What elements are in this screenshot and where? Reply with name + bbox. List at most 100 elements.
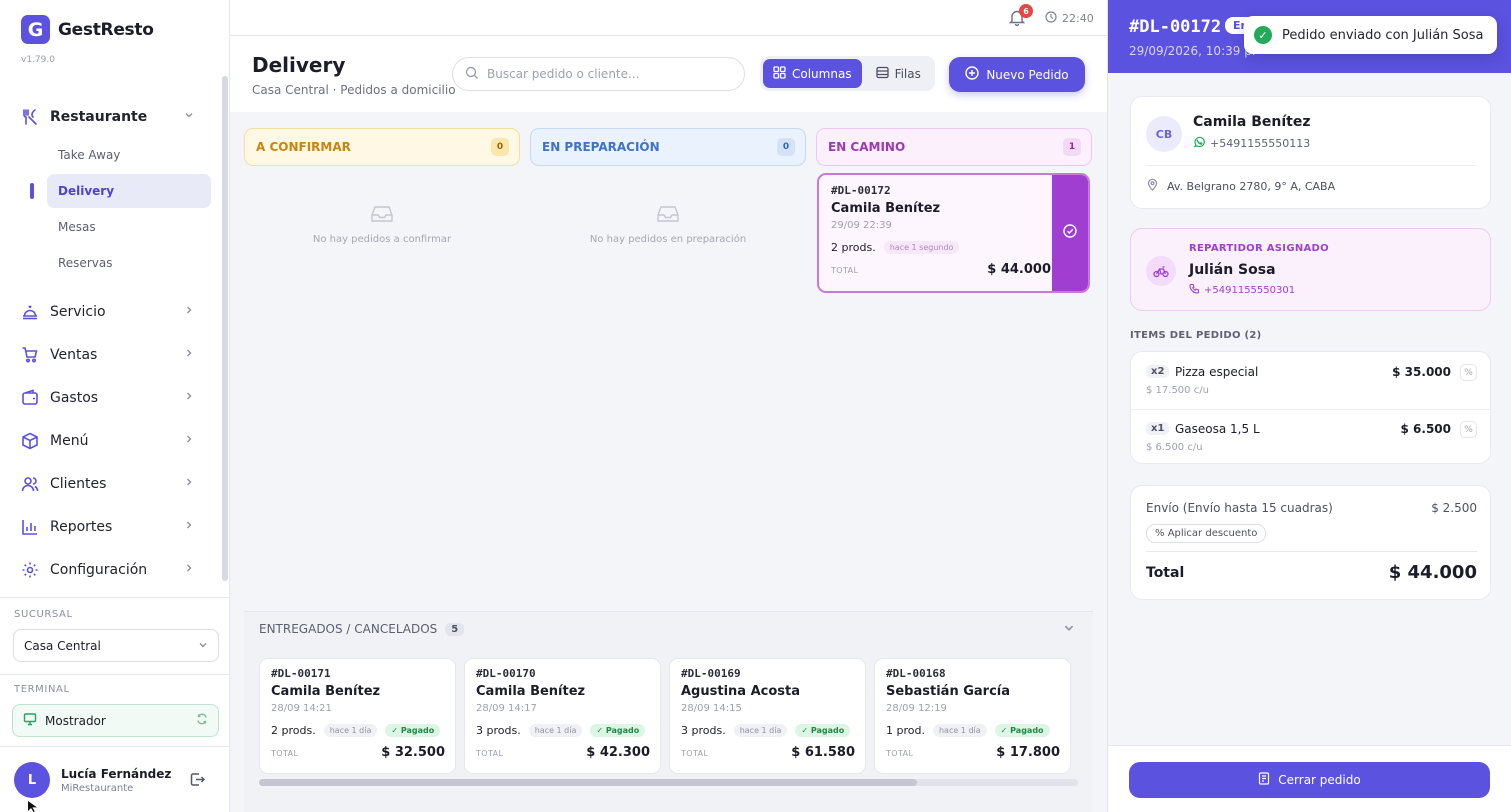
column-count: 1	[1063, 138, 1081, 156]
order-card-dl-00172[interactable]: #DL-00172 Camila Benítez 29/09 22:39 2 p…	[817, 173, 1090, 293]
horizontal-scrollbar-thumb[interactable]	[259, 779, 917, 786]
terminal-select[interactable]: Mostrador	[12, 704, 219, 737]
close-order-button[interactable]: Cerrar pedido	[1129, 762, 1490, 798]
view-columns-button[interactable]: Columnas	[763, 59, 862, 88]
search-input[interactable]: Buscar pedido o cliente...	[452, 57, 745, 91]
sidebar-item-reportes[interactable]: Reportes	[0, 505, 222, 548]
view-rows-button[interactable]: Filas	[866, 59, 931, 88]
sidebar-item-label: Gastos	[50, 389, 99, 406]
chevron-down-icon	[198, 639, 208, 653]
sidebar-item-mesas[interactable]: Mesas	[47, 210, 211, 244]
page-header: Delivery Casa Central · Pedidos a domici…	[230, 36, 1107, 112]
order-card-dl-00169[interactable]: #DL-00169 Agustina Acosta 28/09 14:15 3 …	[669, 658, 866, 774]
sidebar-item-label: Servicio	[50, 303, 106, 320]
order-card-dl-00168[interactable]: #DL-00168 Sebastián García 28/09 12:19 1…	[874, 658, 1071, 774]
order-total: $ 17.800	[996, 745, 1060, 760]
sidebar-item-menu[interactable]: Menú	[0, 419, 222, 462]
user-profile[interactable]: L Lucía Fernández MiRestaurante	[14, 762, 171, 798]
branch-select[interactable]: Casa Central	[13, 629, 219, 662]
order-card-dl-00170[interactable]: #DL-00170 Camila Benítez 28/09 14:17 3 p…	[464, 658, 661, 774]
clock-time: 22:40	[1062, 12, 1094, 25]
mark-delivered-button[interactable]	[1052, 175, 1088, 291]
order-products: 3 prods.	[681, 724, 726, 737]
status-text: Pagado	[605, 726, 640, 735]
order-products: 2 prods.	[271, 724, 316, 737]
sidebar-item-gastos[interactable]: Gastos	[0, 376, 222, 419]
customer-phone[interactable]: +5491155550113	[1193, 136, 1310, 151]
sidebar-item-ventas[interactable]: Ventas	[0, 333, 222, 376]
order-total: $ 42.300	[586, 745, 650, 760]
view-rows-label: Filas	[894, 66, 921, 81]
app-logo[interactable]: G GestResto	[21, 15, 154, 44]
order-date: 28/09 12:19	[886, 703, 947, 714]
sidebar-item-restaurante[interactable]: Restaurante	[0, 95, 222, 138]
customer-avatar: CB	[1146, 116, 1182, 152]
customer-card: CB Camila Benítez +5491155550113 Av. Bel…	[1130, 96, 1491, 209]
toast-notification[interactable]: ✓ Pedido enviado con Julián Sosa	[1244, 16, 1497, 54]
divider	[0, 746, 229, 747]
apply-discount-button[interactable]: % Aplicar descuento	[1146, 524, 1267, 543]
divider	[0, 597, 229, 598]
column-header-a-confirmar: A CONFIRMAR 0	[244, 128, 520, 166]
page-subtitle: Casa Central · Pedidos a domicilio	[252, 83, 456, 97]
plus-circle-icon	[965, 66, 980, 83]
refresh-icon[interactable]	[196, 713, 208, 728]
close-order-label: Cerrar pedido	[1278, 773, 1361, 787]
chevron-right-icon	[184, 434, 194, 447]
sidebar-item-servicio[interactable]: Servicio	[0, 290, 222, 333]
logout-icon[interactable]	[189, 771, 206, 792]
status-text: Pagado	[810, 726, 845, 735]
search-icon	[465, 66, 479, 83]
column-count: 0	[777, 138, 795, 156]
view-toggle: Columnas Filas	[760, 56, 935, 91]
sidebar-item-reservas[interactable]: Reservas	[47, 246, 211, 280]
sidebar-item-clientes[interactable]: Clientes	[0, 462, 222, 505]
order-time-ago: hace 1 día	[733, 724, 788, 737]
order-total: $ 32.500	[381, 745, 445, 760]
delivered-count: 5	[445, 622, 465, 636]
percent-icon[interactable]: %	[1460, 421, 1477, 438]
order-products: 3 prods.	[476, 724, 521, 737]
list-icon	[875, 66, 889, 82]
customer-address: Av. Belgrano 2780, 9° A, CABA	[1146, 178, 1335, 194]
sidebar-item-label: Reportes	[50, 518, 113, 535]
order-time-ago: hace 1 día	[323, 724, 378, 737]
cart-icon	[21, 346, 39, 364]
order-products: 1 prod.	[886, 724, 925, 737]
driver-card: REPARTIDOR ASIGNADO Julián Sosa +5491155…	[1130, 228, 1491, 311]
item-unit-price: $ 6.500 c/u	[1146, 442, 1203, 453]
shipping-label: Envío (Envío hasta 15 cuadras)	[1146, 501, 1333, 515]
delivered-header[interactable]: ENTREGADOS / CANCELADOS 5	[259, 622, 465, 636]
sidebar-item-take-away[interactable]: Take Away	[47, 138, 211, 172]
sidebar-item-configuracion[interactable]: Configuración	[0, 548, 222, 591]
order-total: $ 61.580	[791, 745, 855, 760]
sidebar-item-label: Configuración	[50, 561, 148, 578]
chevron-right-icon	[184, 348, 194, 361]
order-code: #DL-00169	[681, 667, 741, 680]
chevron-down-icon[interactable]	[1063, 622, 1075, 638]
inbox-icon	[370, 204, 394, 224]
top-bar: 6 22:40	[230, 0, 1107, 36]
notification-badge: 6	[1019, 4, 1033, 18]
status-badge: ✓ Pagado	[385, 724, 441, 737]
total-label: Total	[1146, 564, 1185, 581]
monitor-icon	[23, 712, 37, 729]
item-qty: x2	[1146, 365, 1170, 378]
column-title: A CONFIRMAR	[256, 140, 351, 154]
sidebar-scrollbar[interactable]	[222, 76, 228, 581]
box-icon	[21, 432, 39, 450]
column-header-en-camino: EN CAMINO 1	[816, 128, 1092, 166]
customer-phone-text: +5491155550113	[1210, 137, 1311, 150]
percent-icon[interactable]: %	[1460, 364, 1477, 381]
clock: 22:40	[1045, 11, 1094, 26]
sidebar: G GestResto v1.79.0 Restaurante Take Awa…	[0, 0, 230, 812]
sidebar-item-delivery[interactable]: Delivery	[30, 174, 211, 208]
order-products: 2 prods.	[831, 241, 876, 254]
driver-phone[interactable]: +5491155550301	[1189, 283, 1295, 297]
new-order-button[interactable]: Nuevo Pedido	[949, 57, 1085, 92]
order-detail-code: #DL-00172	[1129, 17, 1222, 37]
whatsapp-icon	[1193, 136, 1205, 151]
order-date: 28/09 14:15	[681, 703, 742, 714]
order-time-ago: hace 1 día	[932, 724, 987, 737]
order-card-dl-00171[interactable]: #DL-00171 Camila Benítez 28/09 14:21 2 p…	[259, 658, 456, 774]
